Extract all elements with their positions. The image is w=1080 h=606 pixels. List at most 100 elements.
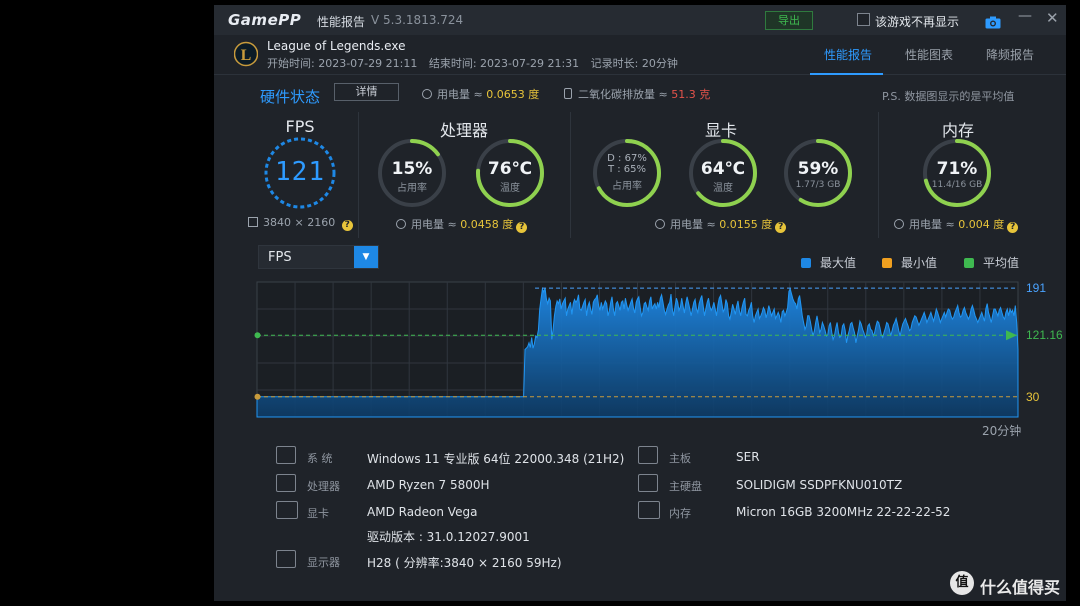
gpu-usage-gauge: D : 67% T : 65% 占用率	[591, 137, 663, 209]
motherboard-icon	[638, 446, 658, 464]
watermark-badge: 值	[950, 571, 974, 595]
memory-value: 71%	[936, 159, 978, 179]
spec-label: 显示器	[307, 556, 340, 569]
gpu-memory-label: 1.77/3 GB	[795, 180, 841, 190]
gpu-memory-value: 59%	[797, 159, 839, 179]
metric-select[interactable]: FPS ▼	[258, 245, 379, 269]
max-label: 191	[1026, 281, 1046, 295]
driver-version: 驱动版本 : 31.0.12027.9001	[367, 530, 530, 544]
export-button[interactable]: 导出	[765, 11, 813, 30]
gpu-value: AMD Radeon Vega	[367, 505, 478, 519]
divider	[878, 112, 879, 238]
cpu-temp-value: 76℃	[487, 159, 533, 179]
legend-swatch	[882, 258, 892, 268]
power-icon	[655, 219, 665, 229]
cpu-usage-value: 15%	[391, 159, 433, 179]
tab-performance-chart[interactable]: 性能图表	[905, 46, 953, 63]
watermark-text: 什么值得买	[980, 578, 1061, 597]
motherboard-value: SER	[736, 450, 760, 464]
window-title: 性能报告	[317, 15, 366, 29]
power-label: 用电量 ≈	[437, 88, 483, 101]
memory-spec-value: Micron 16GB 3200MHz 22-22-22-52	[736, 505, 951, 519]
spec-label: 系 统	[307, 452, 333, 465]
help-icon[interactable]: ?	[775, 222, 787, 233]
monitor-value: H28 ( 分辨率:3840 × 2160 59Hz)	[367, 556, 562, 570]
metric-select-value: FPS	[268, 250, 292, 265]
legend-min: 最小值	[882, 254, 937, 271]
avg-marker	[254, 332, 261, 339]
legend-swatch	[964, 258, 974, 268]
version-label: V 5.3.1813.724	[371, 13, 464, 27]
power-icon	[422, 89, 432, 99]
gpu-t-usage: T : 65%	[607, 164, 647, 175]
memory-icon	[638, 501, 660, 519]
total-power: 用电量 ≈ 0.0653 度	[422, 86, 539, 102]
memory-label: 11.4/16 GB	[931, 180, 983, 190]
end-time: 结束时间: 2023-07-29 21:31	[428, 57, 580, 70]
fps-title: FPS	[285, 117, 315, 136]
memory-gauge: 71% 11.4/16 GB	[921, 137, 993, 209]
legend-avg: 平均值	[964, 254, 1019, 271]
help-icon[interactable]: ?	[341, 220, 353, 231]
details-button[interactable]: 详情	[334, 83, 399, 101]
gamepp-window: GamePP 性能报告 V 5.3.1813.724 导出 该游戏不再显示 — …	[214, 5, 1066, 601]
co2-label: 二氧化碳排放量 ≈	[578, 88, 668, 101]
gamepp-logo: GamePP	[228, 11, 302, 29]
cpu-usage-gauge: 15% 占用率	[376, 137, 448, 209]
camera-icon[interactable]	[985, 14, 1001, 33]
display-icon	[248, 217, 258, 227]
spec-label: 内存	[669, 507, 691, 520]
gpu-temp-label: 温度	[713, 183, 733, 194]
tab-throttle-report[interactable]: 降频报告	[986, 46, 1034, 63]
co2-icon	[564, 88, 572, 99]
minimize-icon[interactable]: —	[1018, 8, 1032, 24]
divider	[570, 112, 571, 238]
cpu-temp-label: 温度	[500, 183, 520, 194]
min-label: 30	[1026, 390, 1040, 404]
cpu-value: AMD Ryzen 7 5800H	[367, 478, 490, 492]
start-time: 开始时间: 2023-07-29 21:11	[267, 57, 418, 70]
co2-emission: 二氧化碳排放量 ≈ 51.3 克	[564, 86, 710, 102]
hide-game-checkbox[interactable]	[857, 13, 870, 26]
fps-value: 121	[275, 157, 325, 187]
cpu-power: 用电量 ≈ 0.0458 度?	[396, 216, 528, 233]
gpu-temp-value: 64℃	[700, 159, 746, 179]
cpu-temp-gauge: 76℃ 温度	[474, 137, 546, 209]
gpu-d-usage: D : 67%	[607, 153, 647, 164]
help-icon[interactable]: ?	[1007, 222, 1019, 233]
duration: 记录时长: 20分钟	[590, 57, 678, 70]
league-of-legends-icon: L	[233, 41, 259, 67]
disk-value: SOLIDIGM SSDPFKNU010TZ	[736, 478, 903, 492]
min-marker	[254, 393, 261, 400]
fps-chart: 191 121.16 30	[254, 281, 1063, 418]
chevron-down-icon[interactable]: ▼	[354, 246, 378, 268]
close-icon[interactable]: ✕	[1046, 9, 1059, 27]
legend-swatch	[801, 258, 811, 268]
title-bar: GamePP 性能报告 V 5.3.1813.724 导出 该游戏不再显示 — …	[214, 5, 1066, 35]
tab-performance-report[interactable]: 性能报告	[824, 46, 872, 63]
monitor-icon	[276, 550, 296, 568]
gpu-power: 用电量 ≈ 0.0155 度?	[655, 216, 787, 233]
hide-game-label[interactable]: 该游戏不再显示	[875, 13, 959, 30]
os-value: Windows 11 专业版 64位 22000.348 (21H2)	[367, 452, 625, 466]
spec-label: 处理器	[307, 480, 340, 493]
cpu-usage-label: 占用率	[397, 183, 427, 194]
active-tab-indicator	[810, 73, 883, 75]
gpu-memory-gauge: 59% 1.77/3 GB	[782, 137, 854, 209]
report-header: L League of Legends.exe 开始时间: 2023-07-29…	[214, 35, 1066, 75]
x-axis-unit: 20分钟	[982, 424, 1022, 438]
game-exe-name: League of Legends.exe	[267, 39, 406, 53]
power-icon	[396, 219, 406, 229]
power-value: 0.0653 度	[486, 88, 540, 101]
resolution-label: 3840 × 2160 ?	[248, 216, 353, 231]
svg-text:L: L	[241, 47, 252, 64]
spec-label: 主硬盘	[669, 480, 702, 493]
help-icon[interactable]: ?	[516, 222, 528, 233]
power-icon	[894, 219, 904, 229]
cpu-icon	[276, 474, 296, 492]
avg-label: 121.16	[1026, 328, 1063, 342]
windows-icon	[276, 446, 296, 464]
hardware-status-title: 硬件状态	[260, 88, 321, 106]
divider	[358, 112, 359, 238]
legend-max: 最大值	[801, 254, 856, 271]
